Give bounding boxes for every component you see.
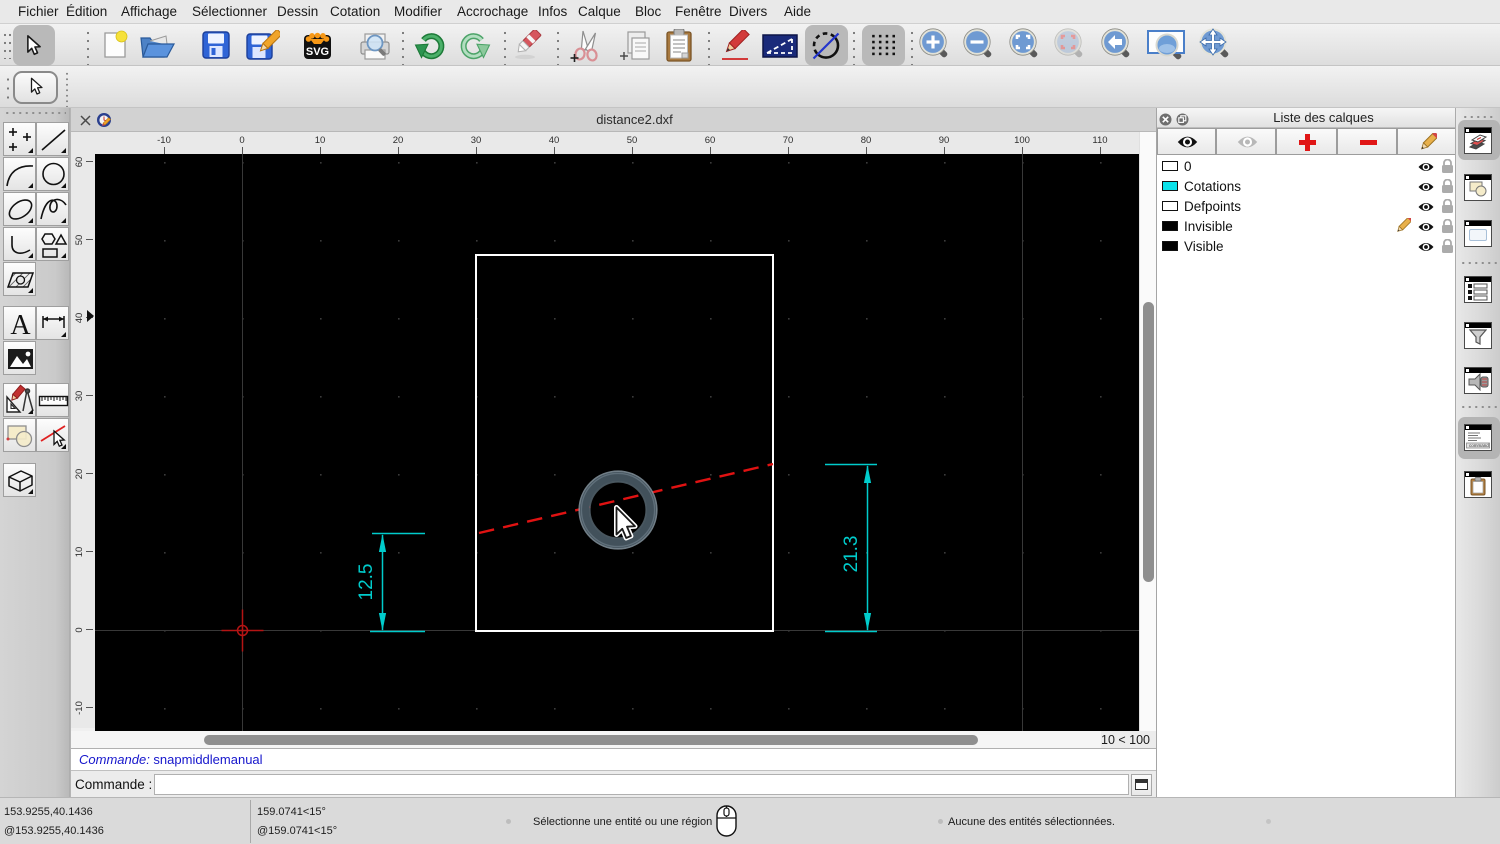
svg-text:10: 10 xyxy=(315,135,326,146)
svg-text:0: 0 xyxy=(239,135,244,146)
svg-text:12.5: 12.5 xyxy=(356,564,377,601)
svg-text:30: 30 xyxy=(471,135,482,146)
svg-text:100: 100 xyxy=(1014,135,1030,146)
svg-text:command: command xyxy=(1469,443,1489,448)
svg-text:70: 70 xyxy=(783,135,794,146)
svg-text:20: 20 xyxy=(74,469,85,480)
svg-text:-10: -10 xyxy=(74,701,85,715)
svg-text:110: 110 xyxy=(1092,135,1107,146)
svg-text:21.3: 21.3 xyxy=(841,536,862,573)
svg-text:80: 80 xyxy=(861,135,872,146)
svg-text:50: 50 xyxy=(627,135,638,146)
svg-text:0: 0 xyxy=(74,627,85,632)
svg-text:60: 60 xyxy=(74,157,85,168)
svg-text:20: 20 xyxy=(393,135,404,146)
svg-text:SVG: SVG xyxy=(306,46,329,58)
svg-text:40: 40 xyxy=(74,313,85,324)
svg-text:60: 60 xyxy=(705,135,716,146)
svg-text:-10: -10 xyxy=(157,135,171,146)
svg-text:50: 50 xyxy=(74,235,85,246)
svg-text:40: 40 xyxy=(549,135,560,146)
svg-text:10: 10 xyxy=(74,547,85,558)
svg-text:30: 30 xyxy=(74,391,85,402)
svg-text:90: 90 xyxy=(939,135,950,146)
svg-text:A: A xyxy=(10,310,31,341)
